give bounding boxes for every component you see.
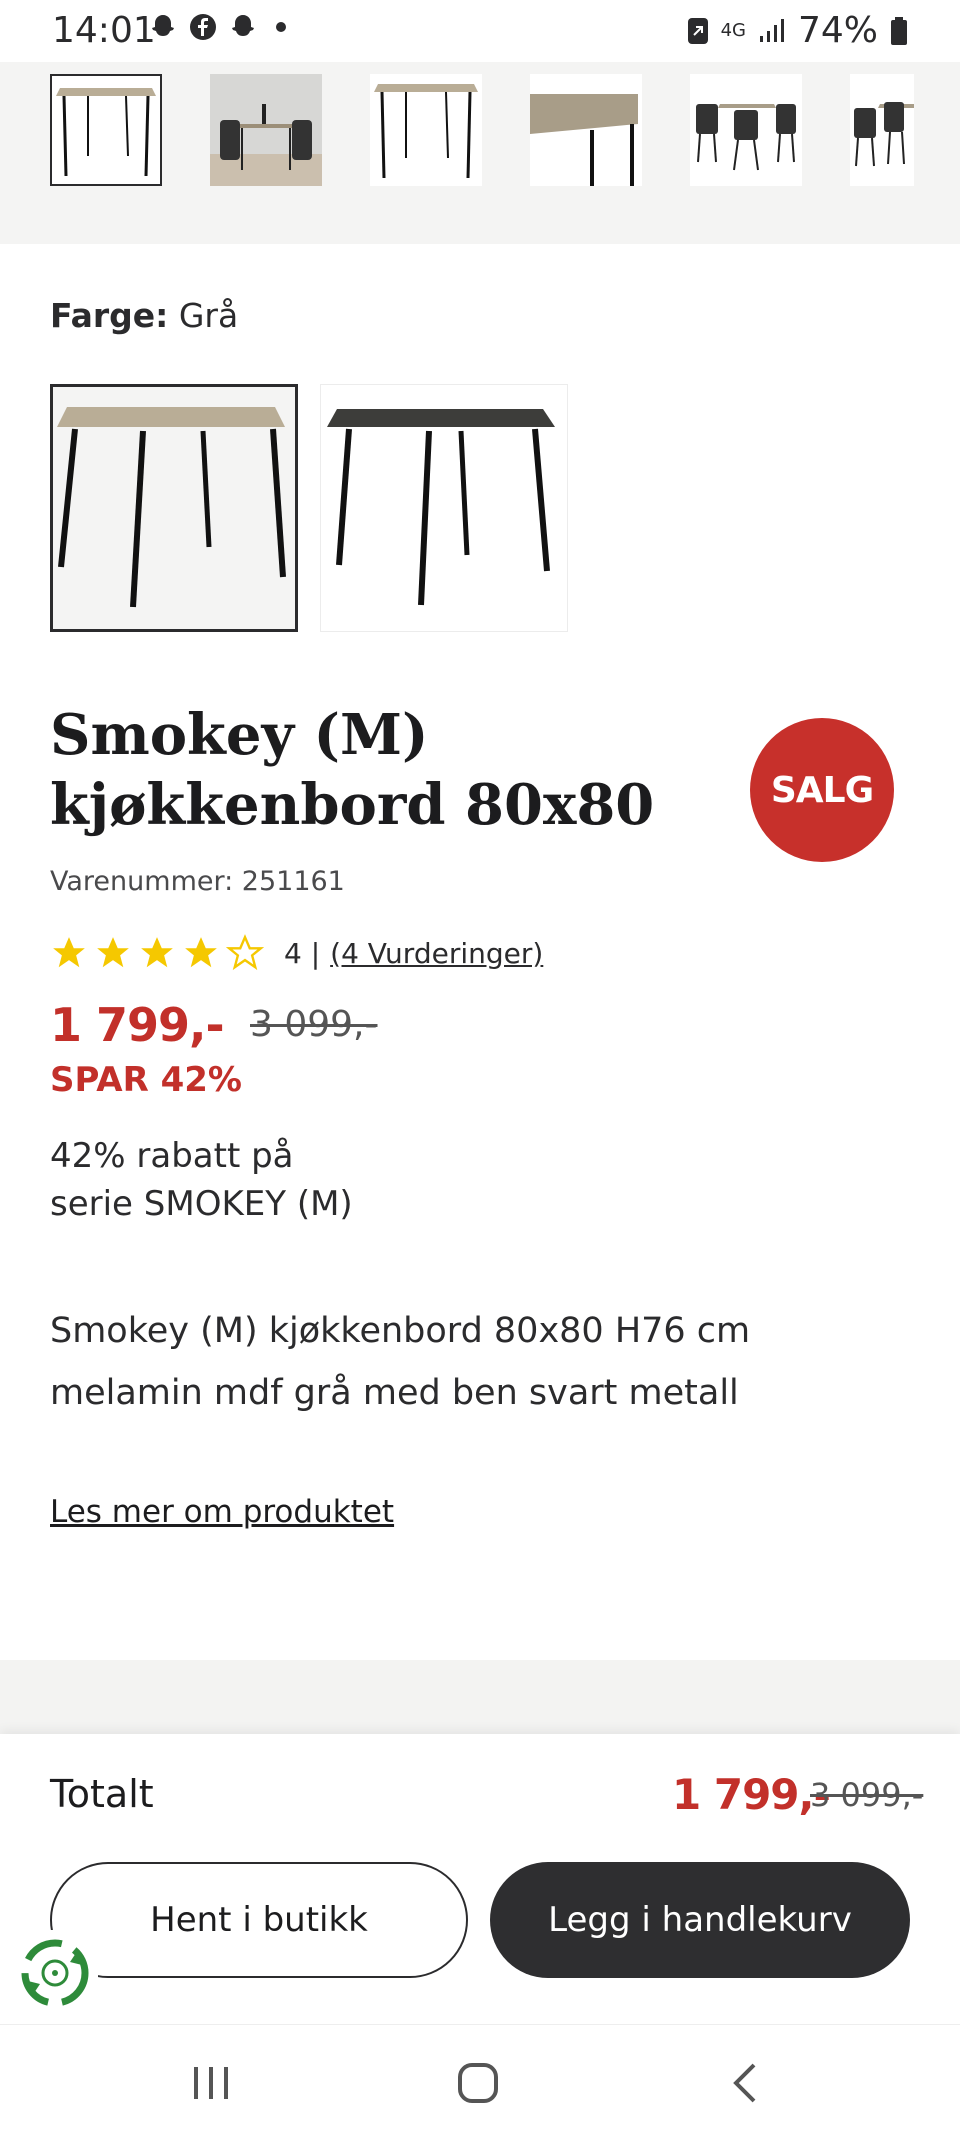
product-title-line1: Smokey (M) (50, 702, 429, 768)
price-current: 1 799,- (50, 998, 225, 1052)
savings-label: SPAR 42% (50, 1060, 242, 1100)
more-notifications-dot (276, 22, 286, 32)
recent-apps-icon[interactable] (190, 2063, 232, 2103)
thumbnail-4[interactable] (530, 74, 642, 186)
back-icon[interactable] (730, 2061, 760, 2105)
color-option-black[interactable] (320, 384, 568, 632)
total-label: Totalt (50, 1772, 154, 1816)
status-time: 14:01 (52, 10, 156, 51)
series-discount-line2: serie SMOKEY (M) (50, 1184, 353, 1224)
dining-set-icon (696, 104, 796, 171)
color-value: Grå (178, 296, 239, 335)
system-nav-bar (0, 2024, 960, 2141)
star-empty-icon (226, 934, 264, 971)
thumbnail-3[interactable] (370, 74, 482, 186)
star-filled-icon (141, 937, 173, 968)
recycle-badge[interactable] (12, 1930, 98, 2016)
signal-icon (759, 18, 784, 42)
product-sku: Varenummer: 251161 (50, 866, 345, 897)
add-to-cart-button[interactable]: Legg i handlekurv (490, 1862, 910, 1978)
color-selector-label: Farge: Grå (50, 296, 238, 335)
room-scene-icon (210, 74, 322, 186)
notification-icons (148, 12, 286, 42)
battery-percent: 74% (797, 10, 878, 51)
rating-score: 4 | (284, 936, 321, 970)
description-line1: Smokey (M) kjøkkenbord 80x80 H76 cm (50, 1311, 751, 1351)
description-line2: melamin mdf grå med ben svart metall (50, 1373, 739, 1413)
thumbnail-2[interactable] (210, 74, 322, 186)
thumbnail-strip[interactable] (0, 62, 960, 244)
grey-table-icon (57, 407, 286, 608)
status-right: 4G 74% (687, 10, 908, 51)
snapchat-icon (152, 15, 174, 36)
product-description: Smokey (M) kjøkkenbord 80x80 H76 cm mela… (50, 1300, 910, 1424)
snapchat-icon-2 (232, 15, 254, 36)
home-icon[interactable] (456, 2061, 500, 2105)
facebook-icon (190, 14, 216, 40)
black-table-icon (327, 409, 555, 606)
status-bar: 14:01 4G 74% (0, 0, 960, 62)
nfc-icon (687, 17, 708, 44)
star-filled-icon (97, 937, 129, 968)
table-thumbnail-icon (56, 88, 156, 177)
network-type: 4G (720, 19, 746, 41)
star-filled-icon (185, 937, 217, 968)
total-price-original: 3 099,- (810, 1776, 924, 1814)
recycle-icon (21, 1939, 89, 2007)
pickup-in-store-button[interactable]: Hent i butikk (50, 1862, 468, 1978)
thumbnail-1[interactable] (50, 74, 162, 186)
star-filled-icon (53, 937, 85, 968)
read-more-link[interactable]: Les mer om produktet (50, 1494, 394, 1530)
price-original: 3 099,- (250, 1004, 378, 1045)
thumbnail-6[interactable] (850, 74, 914, 186)
dining-set-icon (854, 102, 914, 167)
table-thumbnail-icon (374, 84, 478, 179)
battery-icon (891, 16, 907, 45)
color-option-grey[interactable] (50, 384, 298, 632)
thumbnail-5[interactable] (690, 74, 802, 186)
total-price-current: 1 799,- (672, 1770, 831, 1819)
product-title-line2: kjøkkenbord 80x80 (50, 772, 655, 838)
section-divider (0, 1660, 960, 1734)
sale-badge: SALG (750, 718, 894, 862)
color-label: Farge: (50, 296, 169, 335)
reviews-link[interactable]: (4 Vurderinger) (330, 937, 543, 970)
table-closeup-icon (530, 94, 638, 186)
series-discount-line1: 42% rabatt på (50, 1136, 294, 1176)
product-rating[interactable]: 4 | (4 Vurderinger) (50, 934, 543, 972)
product-title: Smokey (M) kjøkkenbord 80x80 (50, 700, 690, 840)
series-discount: 42% rabatt på serie SMOKEY (M) (50, 1132, 353, 1228)
